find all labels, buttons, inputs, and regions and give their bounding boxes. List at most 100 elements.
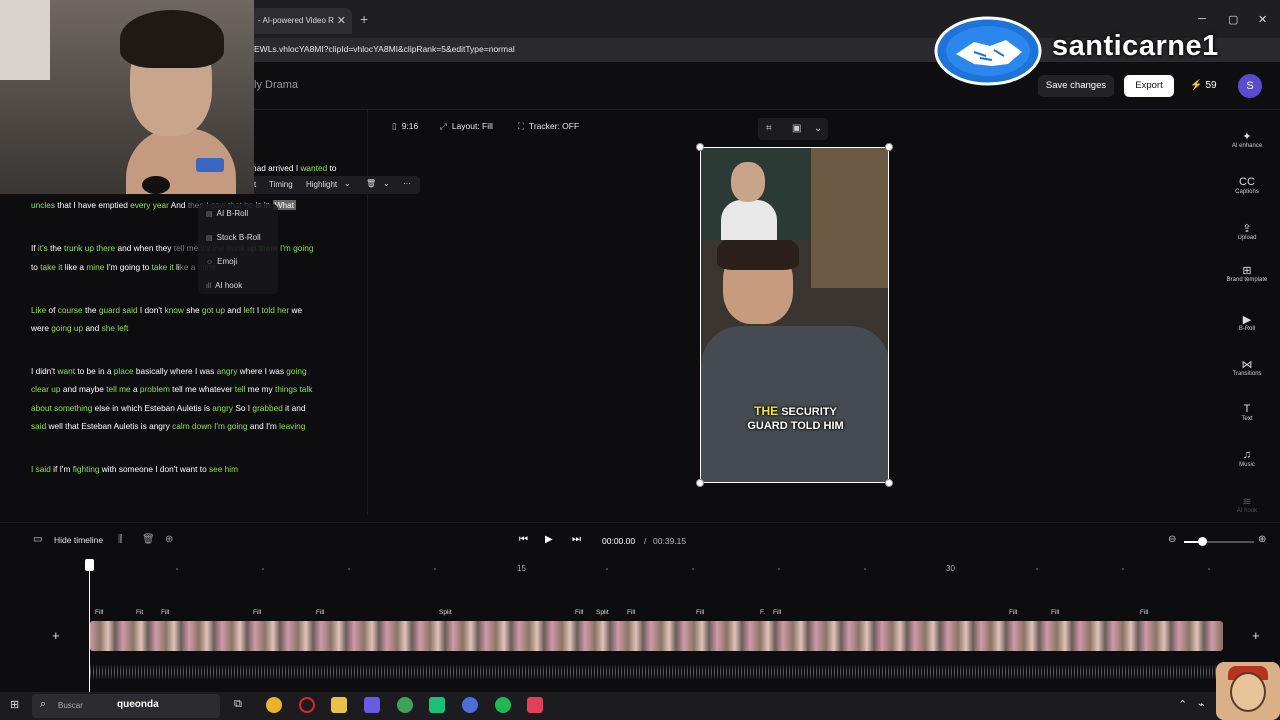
broll-button[interactable]: ▶ B-Roll bbox=[1218, 313, 1276, 333]
transcript-line[interactable]: to take it like a mine I'm going to take… bbox=[31, 262, 216, 273]
app-icon[interactable] bbox=[364, 697, 380, 713]
toolbar-item[interactable]: t bbox=[254, 180, 256, 189]
text-button[interactable]: T Text bbox=[1218, 403, 1276, 423]
hide-timeline-button[interactable]: Hide timeline bbox=[54, 535, 103, 545]
resize-handle[interactable] bbox=[696, 143, 704, 151]
zoom-slider-knob[interactable] bbox=[1197, 537, 1207, 546]
trash-icon[interactable]: 🗑 bbox=[142, 534, 155, 545]
emoji-icon: ☺ bbox=[206, 259, 214, 266]
merge-icon[interactable]: ⊕ bbox=[165, 534, 173, 545]
spotify-icon[interactable] bbox=[495, 697, 511, 713]
image-icon[interactable]: ▣ bbox=[792, 123, 801, 134]
split-icon[interactable]: ⫼ bbox=[118, 534, 123, 545]
clip-label[interactable]: F. bbox=[760, 609, 765, 616]
music-button[interactable]: ♫ Music bbox=[1218, 449, 1276, 469]
menu-item-stock-broll[interactable]: ▤ Stock B-Roll bbox=[206, 233, 261, 242]
opera-icon[interactable] bbox=[299, 697, 315, 713]
minimize-icon[interactable]: ─ bbox=[1198, 13, 1206, 25]
ai-enhance-button[interactable]: ✦ AI enhance bbox=[1218, 130, 1276, 150]
video-track[interactable] bbox=[90, 621, 1223, 651]
ruler-tick bbox=[778, 568, 780, 570]
save-changes-button[interactable]: Save changes bbox=[1038, 75, 1114, 97]
transcript-line[interactable]: I didn't want to be in a place basically… bbox=[31, 366, 307, 377]
playhead-handle[interactable] bbox=[85, 559, 94, 571]
resize-handle[interactable] bbox=[885, 479, 893, 487]
tracker-button[interactable]: ⛶ Tracker: OFF bbox=[518, 121, 579, 132]
url-text[interactable]: EWLs.vhlocYA8MI?clipId=vhlocYA8MI&clipRa… bbox=[254, 44, 515, 54]
transcript-line[interactable]: said well that Esteban Auletis is angry … bbox=[31, 421, 305, 432]
clip-label[interactable]: Fill bbox=[696, 609, 704, 616]
clip-label[interactable]: Fit bbox=[136, 609, 143, 616]
tiktok-icon[interactable] bbox=[527, 697, 543, 713]
transcript-line[interactable]: were going up and she left bbox=[31, 323, 128, 334]
ruler-label: 30 bbox=[946, 564, 955, 573]
playhead[interactable] bbox=[89, 559, 90, 693]
new-tab-icon[interactable]: + bbox=[360, 11, 368, 27]
ai-hook-button[interactable]: ≋ AI hook bbox=[1218, 495, 1276, 515]
timing-button[interactable]: Timing bbox=[269, 180, 293, 189]
layout-button[interactable]: ⤢ Layout: Fill bbox=[440, 121, 493, 132]
resize-handle[interactable] bbox=[696, 479, 704, 487]
export-button[interactable]: Export bbox=[1124, 75, 1174, 97]
clip-label[interactable]: Split bbox=[439, 609, 452, 616]
clip-label[interactable]: Fill bbox=[575, 609, 583, 616]
cartoon-avatar bbox=[1216, 662, 1280, 720]
avatar[interactable]: S bbox=[1238, 74, 1262, 98]
browser-icon[interactable] bbox=[462, 697, 478, 713]
folder-icon[interactable] bbox=[331, 697, 347, 713]
upload-button[interactable]: ⇪ Upload bbox=[1218, 222, 1276, 242]
clip-label[interactable]: Split bbox=[596, 609, 609, 616]
add-track-right-icon[interactable]: + bbox=[1252, 628, 1260, 643]
zoom-in-icon[interactable]: ⊕ bbox=[1258, 534, 1266, 545]
clip-label[interactable]: Fill bbox=[627, 609, 635, 616]
trash-icon[interactable]: 🗑 bbox=[366, 179, 376, 188]
tab-close-icon[interactable]: ✕ bbox=[337, 14, 346, 27]
window-close-icon[interactable]: ✕ bbox=[1258, 13, 1267, 26]
menu-item-ai-broll[interactable]: ▤ AI B-Roll bbox=[206, 209, 248, 218]
film-icon: ▤ bbox=[206, 235, 213, 242]
more-icon[interactable]: ··· bbox=[403, 179, 411, 188]
menu-item-ai-hook[interactable]: ıll AI hook bbox=[206, 281, 242, 290]
network-icon[interactable]: ⌁ bbox=[1198, 698, 1205, 711]
skip-back-icon[interactable]: ⏮ bbox=[519, 534, 528, 545]
transcript-line[interactable]: I said if I'm fighting with someone I do… bbox=[31, 464, 238, 475]
crop-icon[interactable]: ⌗ bbox=[766, 123, 772, 134]
task-view-icon[interactable]: ⧉ bbox=[234, 698, 242, 711]
clip-label[interactable]: Fill bbox=[773, 609, 781, 616]
transcript-line[interactable]: about something else in which Esteban Au… bbox=[31, 403, 305, 414]
maximize-icon[interactable]: ▢ bbox=[1228, 13, 1238, 26]
transcript-line[interactable]: clear up and maybe tell me a problem tel… bbox=[31, 384, 312, 395]
clip-label[interactable]: Fill bbox=[1009, 609, 1017, 616]
add-track-left-icon[interactable]: + bbox=[52, 628, 60, 643]
aspect-ratio-button[interactable]: ▯ 9:16 bbox=[392, 121, 418, 132]
resize-handle[interactable] bbox=[885, 143, 893, 151]
play-icon[interactable]: ▶ bbox=[545, 534, 553, 545]
captions-button[interactable]: CC Captions bbox=[1218, 176, 1276, 196]
menu-item-emoji[interactable]: ☺ Emoji bbox=[206, 257, 237, 266]
skip-forward-icon[interactable]: ⏭ bbox=[572, 534, 581, 545]
brand-template-button[interactable]: ⊞ Brand template bbox=[1218, 264, 1276, 284]
chevron-down-icon[interactable]: ⌄ bbox=[383, 179, 390, 188]
clip-label[interactable]: Fill bbox=[253, 609, 261, 616]
video-preview[interactable]: THE SECURITY GUARD TOLD HIM bbox=[700, 147, 889, 483]
whatsapp-icon[interactable] bbox=[429, 697, 445, 713]
chevron-down-icon[interactable]: ⌄ bbox=[814, 123, 822, 134]
clip-label[interactable]: Fill bbox=[1051, 609, 1059, 616]
clip-label[interactable]: Fill bbox=[1140, 609, 1148, 616]
audio-track[interactable] bbox=[90, 659, 1220, 685]
transitions-button[interactable]: ⋈ Transitions bbox=[1218, 358, 1276, 378]
project-title[interactable]: ly Drama bbox=[254, 79, 298, 91]
browser-tab[interactable]: - AI-powered Video R ✕ bbox=[250, 8, 352, 34]
chrome-icon[interactable] bbox=[266, 697, 282, 713]
zoom-out-icon[interactable]: ⊖ bbox=[1168, 534, 1176, 545]
chevron-up-icon[interactable]: ⌃ bbox=[1178, 698, 1187, 711]
clip-label[interactable]: Fill bbox=[95, 609, 103, 616]
chevron-down-icon[interactable]: ⌄ bbox=[344, 179, 351, 188]
transcript-line[interactable]: Like of course the guard said I don't kn… bbox=[31, 305, 302, 316]
highlight-button[interactable]: Highlight bbox=[306, 180, 337, 189]
clip-label[interactable]: Fill bbox=[316, 609, 324, 616]
windows-start-icon[interactable]: ⊞ bbox=[10, 698, 19, 711]
transcript-line[interactable]: had arrived I wanted to bbox=[252, 163, 336, 174]
clip-label[interactable]: Fill bbox=[161, 609, 169, 616]
chrome-profile-icon[interactable] bbox=[397, 697, 413, 713]
